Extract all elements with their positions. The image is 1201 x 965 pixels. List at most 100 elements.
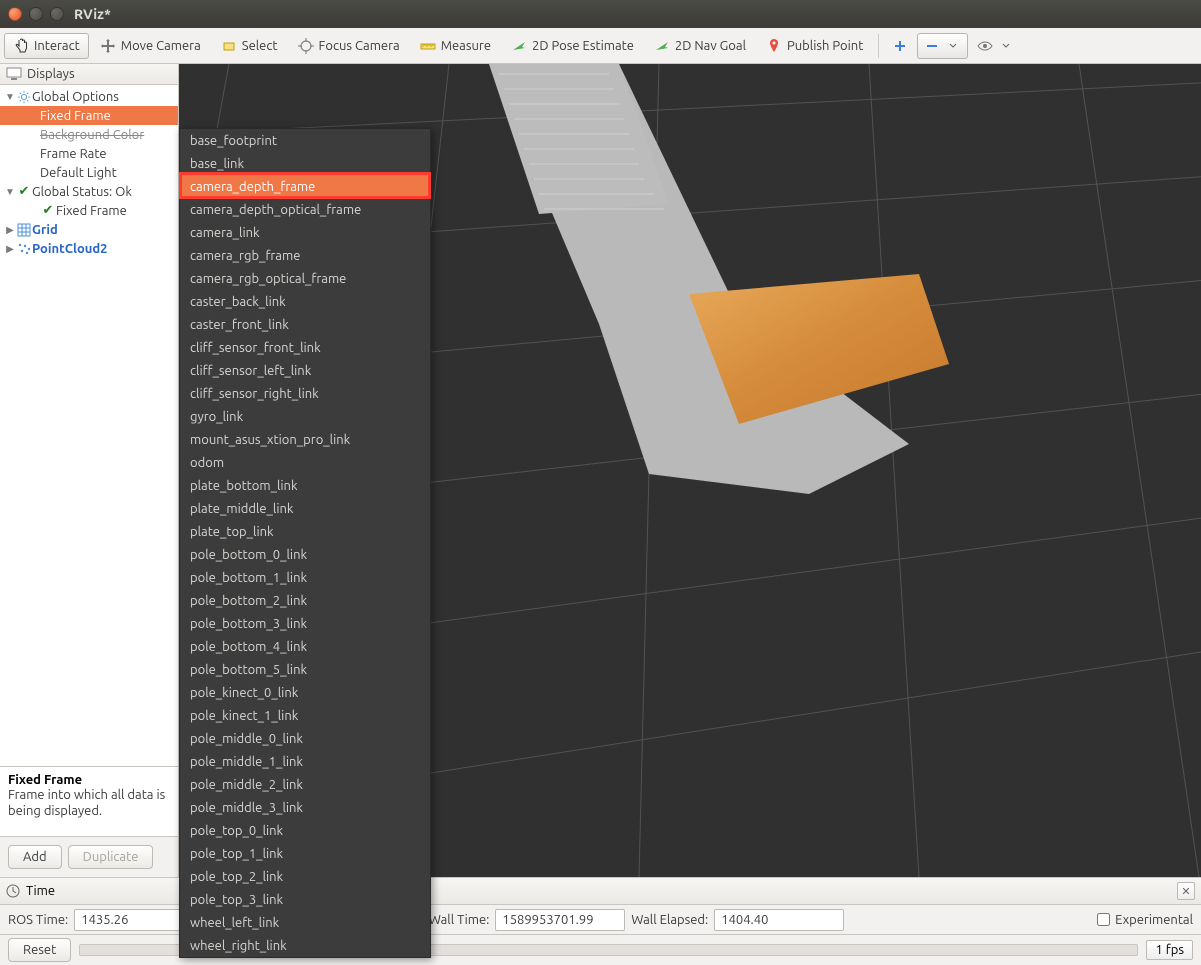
plus-blue-icon — [892, 38, 908, 54]
frame-option[interactable]: camera_depth_frame — [180, 175, 430, 198]
frame-option[interactable]: pole_bottom_5_link — [180, 658, 430, 681]
frame-option[interactable]: gyro_link — [180, 405, 430, 428]
frame-option[interactable]: mount_asus_xtion_pro_link — [180, 428, 430, 451]
tree-label: PointCloud2 — [32, 242, 108, 256]
frame-option[interactable]: pole_kinect_0_link — [180, 681, 430, 704]
move-camera-label: Move Camera — [121, 39, 201, 53]
frame-option[interactable]: pole_bottom_2_link — [180, 589, 430, 612]
frame-option[interactable]: wheel_right_link — [180, 934, 430, 957]
frame-option[interactable]: camera_depth_optical_frame — [180, 198, 430, 221]
description-title: Fixed Frame — [8, 773, 170, 787]
tree-label: Fixed Frame — [40, 109, 111, 123]
minus-blue-icon — [924, 38, 940, 54]
tree-label: Global Status: Ok — [32, 185, 132, 199]
frame-option[interactable]: base_footprint — [180, 129, 430, 152]
displays-header[interactable]: Displays — [0, 64, 178, 85]
frame-option[interactable]: pole_bottom_1_link — [180, 566, 430, 589]
publish-point-button[interactable]: Publish Point — [757, 33, 872, 59]
frame-option[interactable]: pole_top_0_link — [180, 819, 430, 842]
frame-option[interactable]: caster_front_link — [180, 313, 430, 336]
reset-button[interactable]: Reset — [8, 938, 71, 962]
duplicate-button[interactable]: Duplicate — [68, 845, 154, 869]
select-button[interactable]: Select — [212, 33, 287, 59]
frame-option[interactable]: plate_top_link — [180, 520, 430, 543]
wall-elapsed-input[interactable] — [714, 909, 844, 931]
measure-button[interactable]: Measure — [411, 33, 500, 59]
frame-option[interactable]: pole_bottom_0_link — [180, 543, 430, 566]
experimental-checkbox[interactable] — [1097, 913, 1110, 926]
tree-item-fixed-frame[interactable]: Fixed Frame — [0, 106, 178, 125]
time-header-label: Time — [26, 884, 55, 898]
interact-button[interactable]: Interact — [4, 33, 89, 59]
view-tool-button[interactable] — [970, 33, 1021, 59]
frame-option[interactable]: plate_bottom_link — [180, 474, 430, 497]
focus-camera-button[interactable]: Focus Camera — [289, 33, 409, 59]
tree-item-global-options[interactable]: ▼ Global Options — [0, 87, 178, 106]
tree-item-frame-rate[interactable]: Frame Rate — [0, 144, 178, 163]
tree-item-pointcloud2[interactable]: ▶ PointCloud2 — [0, 239, 178, 258]
displays-header-label: Displays — [27, 67, 75, 81]
tree-item-global-status[interactable]: ▼ ✔ Global Status: Ok — [0, 182, 178, 201]
tree-label: Grid — [32, 223, 58, 237]
ruler-icon — [420, 38, 436, 54]
wall-elapsed-label: Wall Elapsed: — [631, 913, 708, 927]
frame-option[interactable]: camera_rgb_frame — [180, 244, 430, 267]
fixed-frame-dropdown[interactable]: base_footprintbase_linkcamera_depth_fram… — [179, 128, 431, 958]
tree-label: Fixed Frame — [56, 204, 127, 218]
description-panel: Fixed Frame Frame into which all data is… — [0, 766, 178, 836]
ros-time-label: ROS Time: — [8, 913, 68, 927]
check-icon: ✔ — [16, 184, 32, 199]
close-time-panel-button[interactable]: ✕ — [1177, 882, 1195, 900]
remove-tool-button[interactable] — [917, 33, 968, 59]
frame-option[interactable]: pole_middle_0_link — [180, 727, 430, 750]
monitor-icon — [6, 67, 22, 81]
frame-option[interactable]: pole_bottom_4_link — [180, 635, 430, 658]
frame-option[interactable]: camera_link — [180, 221, 430, 244]
wall-time-input[interactable] — [495, 909, 625, 931]
nav-goal-label: 2D Nav Goal — [675, 39, 746, 53]
frame-option[interactable]: cliff_sensor_right_link — [180, 382, 430, 405]
tree-item-grid[interactable]: ▶ Grid — [0, 220, 178, 239]
frame-option[interactable]: cliff_sensor_left_link — [180, 359, 430, 382]
pose-estimate-button[interactable]: 2D Pose Estimate — [502, 33, 643, 59]
interact-label: Interact — [34, 39, 80, 53]
window-title: RViz* — [74, 6, 111, 22]
select-label: Select — [242, 39, 278, 53]
maximize-window-button[interactable] — [50, 7, 64, 21]
frame-option[interactable]: wheel_left_link — [180, 911, 430, 934]
frame-option[interactable]: plate_middle_link — [180, 497, 430, 520]
select-icon — [221, 38, 237, 54]
frame-option[interactable]: pole_top_3_link — [180, 888, 430, 911]
displays-tree[interactable]: ▼ Global Options Fixed Frame Background … — [0, 85, 178, 766]
check-icon: ✔ — [40, 203, 56, 218]
frame-option[interactable]: pole_top_2_link — [180, 865, 430, 888]
frame-option[interactable]: pole_bottom_3_link — [180, 612, 430, 635]
frame-option[interactable]: cliff_sensor_front_link — [180, 336, 430, 359]
frame-option[interactable]: pole_middle_1_link — [180, 750, 430, 773]
tree-label: Background Color — [40, 128, 144, 142]
frame-option[interactable]: pole_middle_3_link — [180, 796, 430, 819]
pin-icon — [766, 38, 782, 54]
eye-icon — [977, 38, 993, 54]
tree-item-background-color[interactable]: Background Color — [0, 125, 178, 144]
frame-option[interactable]: pole_middle_2_link — [180, 773, 430, 796]
tree-item-fixed-frame-status[interactable]: ✔ Fixed Frame — [0, 201, 178, 220]
pose-estimate-label: 2D Pose Estimate — [532, 39, 634, 53]
chevron-down-icon: ▼ — [4, 186, 16, 198]
fps-indicator: 1 fps — [1146, 940, 1193, 960]
frame-option[interactable]: base_link — [180, 152, 430, 175]
nav-goal-button[interactable]: 2D Nav Goal — [645, 33, 755, 59]
tree-label: Frame Rate — [40, 147, 107, 161]
tree-item-default-light[interactable]: Default Light — [0, 163, 178, 182]
frame-option[interactable]: camera_rgb_optical_frame — [180, 267, 430, 290]
frame-option[interactable]: odom — [180, 451, 430, 474]
main-toolbar: Interact Move Camera Select Focus Camera… — [0, 28, 1201, 64]
frame-option[interactable]: pole_kinect_1_link — [180, 704, 430, 727]
add-tool-button[interactable] — [885, 33, 915, 59]
minimize-window-button[interactable] — [29, 7, 43, 21]
close-window-button[interactable] — [8, 7, 22, 21]
frame-option[interactable]: caster_back_link — [180, 290, 430, 313]
move-camera-button[interactable]: Move Camera — [91, 33, 210, 59]
add-button[interactable]: Add — [8, 845, 62, 869]
frame-option[interactable]: pole_top_1_link — [180, 842, 430, 865]
